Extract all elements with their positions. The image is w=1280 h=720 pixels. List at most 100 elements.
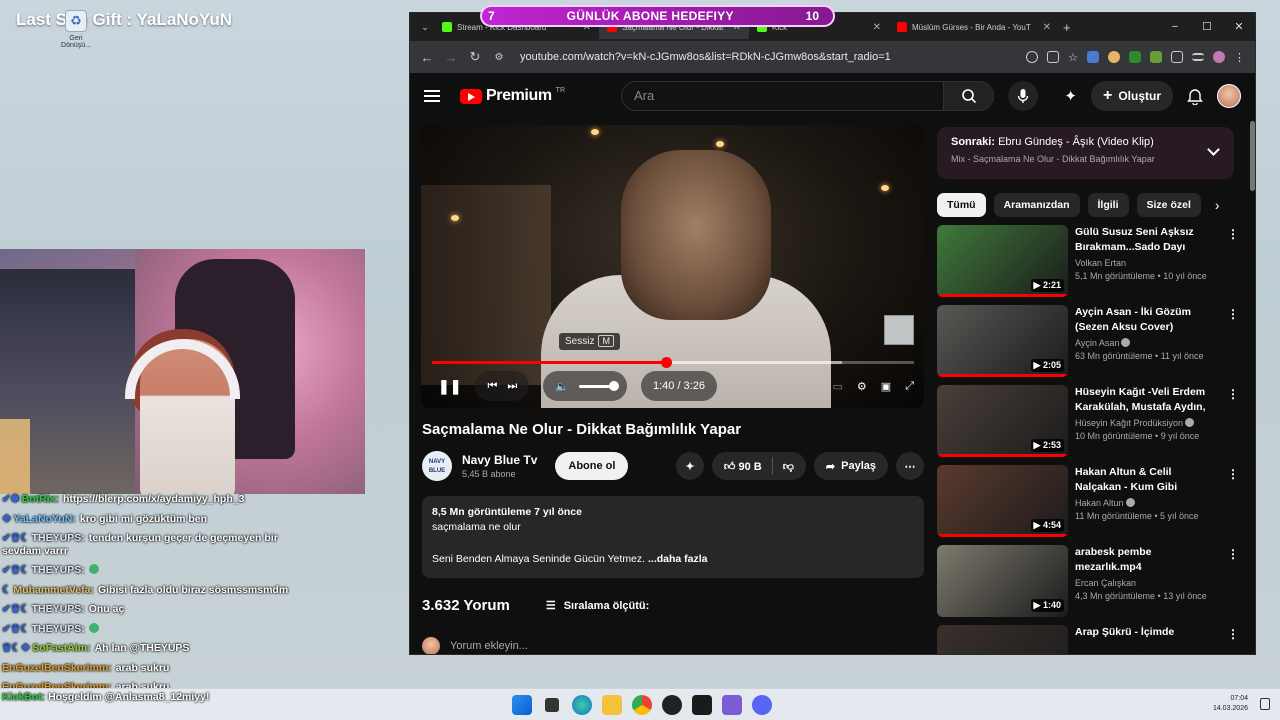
browser-menu-icon[interactable]: ⋮	[1234, 51, 1245, 64]
start-menu-icon[interactable]	[512, 695, 532, 715]
chip-all[interactable]: Tümü	[937, 193, 986, 217]
more-vert-icon[interactable]: ⋮	[1227, 307, 1239, 321]
maximize-button[interactable]: ☐	[1191, 13, 1223, 41]
tab-search-icon[interactable]: ⌄	[416, 22, 434, 33]
chip-for-you[interactable]: Size özel	[1136, 193, 1201, 217]
more-vert-icon[interactable]: ⋮	[1227, 627, 1239, 641]
site-info-icon[interactable]: ⚙	[492, 52, 506, 63]
next-icon[interactable]: ⏭	[507, 380, 517, 393]
volume-slider[interactable]	[578, 380, 619, 391]
miniplayer-icon[interactable]: ▣	[881, 380, 891, 393]
app-icon[interactable]	[722, 695, 742, 715]
show-more-link[interactable]: ...daha fazla	[648, 553, 708, 565]
notification-icon[interactable]	[1260, 698, 1270, 710]
video-thumbnail[interactable]: ▶ 2:05	[937, 305, 1068, 377]
more-vert-icon[interactable]: ⋮	[1227, 467, 1239, 481]
voice-search-button[interactable]	[1008, 81, 1039, 111]
back-icon[interactable]: ←	[420, 50, 434, 65]
more-actions-button[interactable]: ⋯	[896, 452, 924, 480]
recycle-bin-desktop-icon[interactable]: ♻ Geri Dönüşü...	[58, 10, 94, 49]
page-scrollbar[interactable]	[1248, 119, 1255, 654]
recommended-title[interactable]: Arap Şükrü - İçimde	[1075, 625, 1215, 640]
description-box[interactable]: 8,5 Mn görüntüleme 7 yıl önce saçmalama …	[422, 496, 924, 578]
reload-icon[interactable]: ↻	[468, 49, 482, 65]
extension-icon[interactable]	[1129, 51, 1141, 63]
video-thumbnail[interactable]: ▶ 1:40	[937, 545, 1068, 617]
more-vert-icon[interactable]: ⋮	[1227, 547, 1239, 561]
forward-icon[interactable]: →	[444, 50, 458, 65]
recommended-video[interactable]: ▶ 1:40 arabesk pembe mezarlık.mp4 Ercan Ça…	[937, 545, 1247, 617]
chevron-right-icon[interactable]: ›	[1215, 197, 1220, 213]
video-thumbnail[interactable]: ▶ 4:54	[937, 465, 1068, 537]
channel-name[interactable]: Navy Blue Tv	[462, 453, 537, 467]
video-player[interactable]: Sessiz M ❚❚ ⏮ ⏭ 🔈 1:40 / 3:26 ▭ ⚙ ▣ ⤢	[421, 125, 924, 408]
task-view-icon[interactable]	[545, 698, 559, 712]
previous-icon[interactable]: ⏮	[487, 380, 497, 393]
search-input[interactable]: Ara	[621, 81, 945, 111]
subscribe-button[interactable]: Abone ol	[555, 452, 629, 480]
close-window-button[interactable]: ✕	[1223, 13, 1255, 41]
recommended-title[interactable]: Gülü Susuz Seni Aşksız Bırakmam...Sado D…	[1075, 225, 1215, 255]
seek-bar[interactable]	[432, 357, 914, 368]
minimize-button[interactable]: −	[1159, 13, 1191, 41]
settings-gear-icon[interactable]: ⚙	[857, 380, 867, 393]
chip-related[interactable]: İlgili	[1087, 193, 1129, 217]
recommended-video[interactable]: Arap Şükrü - İçimde ⋮	[937, 625, 1247, 654]
zoom-icon[interactable]	[1026, 51, 1039, 63]
profile-icon[interactable]	[1213, 51, 1225, 63]
account-avatar[interactable]	[1217, 84, 1241, 108]
terminal-icon[interactable]	[692, 695, 712, 715]
url-field[interactable]: youtube.com/watch?v=kN-cJGmw8os&list=RDk…	[520, 51, 1016, 63]
recommended-video[interactable]: ▶ 2:05 Ayçin Asan - İki Gözüm (Sezen Aksu…	[937, 305, 1247, 377]
dislike-button[interactable]: 👎︎	[783, 460, 794, 473]
ask-ai-button[interactable]: ✦	[675, 452, 704, 480]
pause-icon[interactable]: ❚❚	[438, 378, 461, 395]
channel-watermark[interactable]	[884, 315, 914, 345]
subtitles-icon[interactable]: ▭	[833, 380, 843, 393]
menu-icon[interactable]	[424, 90, 440, 102]
ai-sparkle-icon[interactable]: ✦	[1064, 87, 1077, 105]
extension-icon[interactable]	[1087, 51, 1099, 63]
more-vert-icon[interactable]: ⋮	[1227, 227, 1239, 241]
recommended-video[interactable]: ▶ 4:54 Hakan Altun & Celil Nalçakan - Kum…	[937, 465, 1247, 537]
comment-input[interactable]: Yorum ekleyin...	[450, 640, 528, 652]
chrome-icon[interactable]	[632, 695, 652, 715]
recommended-video[interactable]: ▶ 2:21 Gülü Susuz Seni Aşksız Bırakmam...…	[937, 225, 1247, 297]
search-button[interactable]	[944, 81, 995, 111]
seek-handle[interactable]	[660, 357, 672, 368]
recommended-channel[interactable]: Ercan Çalışkan	[1075, 578, 1215, 588]
video-thumbnail[interactable]	[937, 625, 1068, 654]
channel-avatar[interactable]: NAVY BLUE	[422, 451, 452, 481]
fullscreen-icon[interactable]: ⤢	[905, 380, 914, 393]
recommended-title[interactable]: Hakan Altun & Celil Nalçakan - Kum Gibi	[1075, 465, 1215, 495]
extensions-puzzle-icon[interactable]	[1171, 51, 1183, 63]
system-clock[interactable]: 07:04 14.03.2026	[1213, 694, 1248, 714]
recommended-title[interactable]: Hüseyin Kağıt -Veli Erdem Karakülah, Mus…	[1075, 385, 1215, 415]
chip-from-search[interactable]: Aramanızdan	[993, 193, 1080, 217]
up-next-panel[interactable]: Sonraki: Ebru Gündeş - Âşık (Video Klip)…	[937, 127, 1234, 179]
recommended-video[interactable]: ▶ 2:53 Hüseyin Kağıt -Veli Erdem Karaküla…	[937, 385, 1247, 457]
volume-icon[interactable]: 🔈	[555, 380, 569, 393]
discord-icon[interactable]	[752, 695, 772, 715]
extension-icon[interactable]	[1108, 51, 1120, 63]
notifications-bell-icon[interactable]	[1187, 88, 1203, 105]
tab-muslum-gurses[interactable]: Müslüm Gürses - Bir Anda - YouT ✕	[889, 15, 1059, 39]
cast-icon[interactable]	[1047, 51, 1060, 63]
recommended-channel[interactable]: Ayçin Asan	[1075, 338, 1215, 348]
tab-close-icon[interactable]: ✕	[873, 22, 881, 33]
recommended-title[interactable]: Ayçin Asan - İki Gözüm (Sezen Aksu Cover…	[1075, 305, 1215, 335]
obs-icon[interactable]	[662, 695, 682, 715]
recommended-channel[interactable]: Hakan Altun	[1075, 498, 1215, 508]
new-tab-button[interactable]: +	[1063, 20, 1071, 35]
create-button[interactable]: + Oluştur	[1090, 81, 1173, 111]
video-thumbnail[interactable]: ▶ 2:53	[937, 385, 1068, 457]
share-button[interactable]: ➦ Paylaş	[813, 452, 888, 480]
youtube-premium-logo[interactable]: Premium TR	[460, 87, 565, 105]
recommended-title[interactable]: arabesk pembe mezarlık.mp4	[1075, 545, 1215, 575]
reading-list-icon[interactable]	[1192, 53, 1204, 61]
tab-close-icon[interactable]: ✕	[1043, 22, 1051, 33]
recommended-channel[interactable]: Volkan Ertan	[1075, 258, 1215, 268]
bookmark-star-icon[interactable]: ☆	[1068, 51, 1078, 64]
extension-icon[interactable]	[1150, 51, 1162, 63]
recommended-channel[interactable]: Hüseyin Kağıt Prodüksiyon	[1075, 418, 1215, 428]
